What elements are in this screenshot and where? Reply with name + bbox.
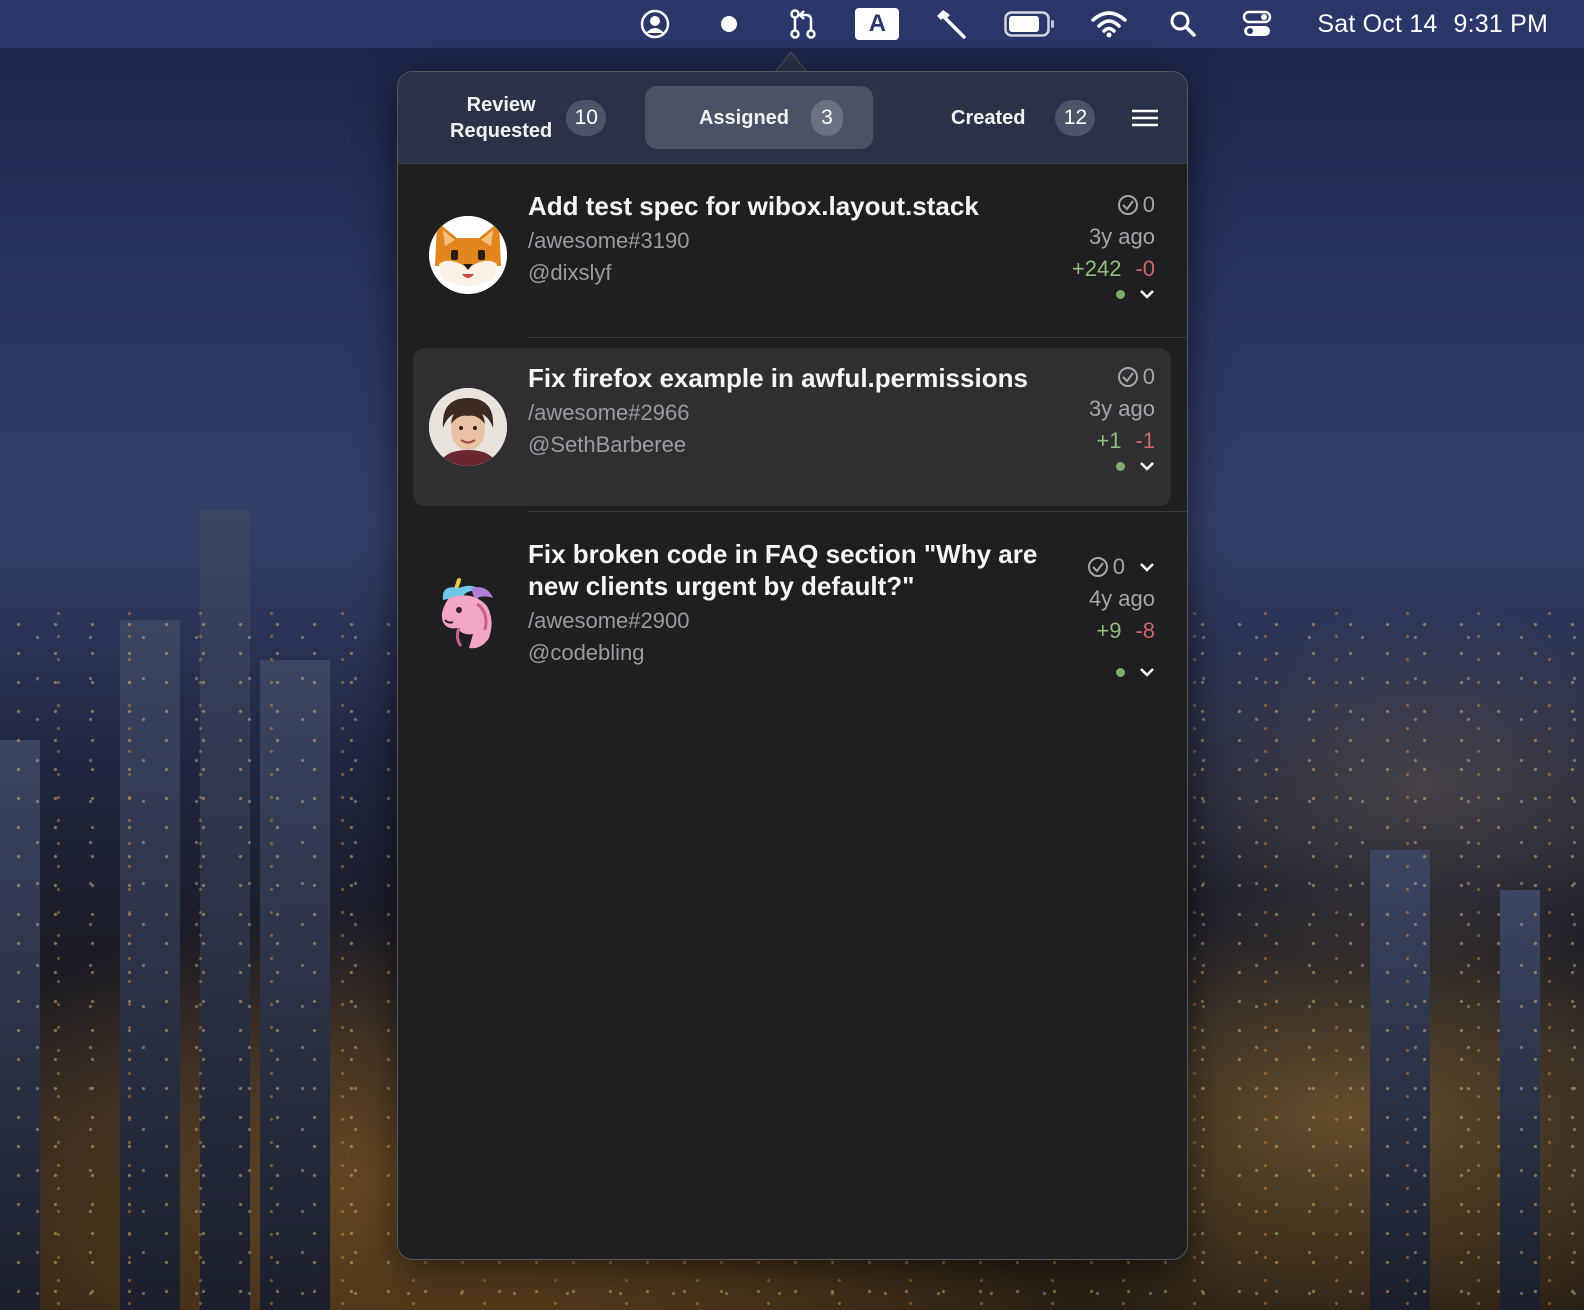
tab-label: Assigned [698,106,790,129]
checks-count: 0 [1112,554,1125,579]
additions-count: +9 [1096,618,1122,643]
pr-age: 4y ago [1088,586,1155,611]
checks-count: 0 [1142,364,1155,389]
deletions-count: -1 [1135,428,1155,453]
row-divider [528,337,1187,338]
checks-status: 0 [1089,364,1155,390]
pr-diffstat: +9 -8 [1087,618,1155,644]
menu-bar-clock[interactable]: Sat Oct 14 9:31 PM [1317,10,1548,39]
pr-title: Add test spec for wibox.layout.stack [528,191,979,221]
clock-time: 9:31 PM [1453,9,1548,38]
menu-bar: A Sat Oct 14 9:31 PM [0,0,1584,48]
tab-created[interactable]: Created 12 [951,86,1111,149]
pr-age: 3y ago [1088,224,1155,249]
control-center-icon[interactable] [1235,0,1279,48]
person-photo-avatar [429,388,507,466]
tab-review-requested[interactable]: Review Requested 10 [450,86,630,149]
hammer-icon[interactable] [929,0,973,48]
tab-label-line: Requested [450,119,553,142]
check-circle-icon [1087,557,1108,577]
tab-assigned[interactable]: Assigned 3 [645,86,873,149]
pull-request-icon[interactable] [781,0,825,48]
checks-status: 0 [1072,192,1155,218]
pr-title: Fix broken code in FAQ section "Why are … [528,538,1037,602]
deletions-count: -8 [1135,618,1155,643]
pr-meta: 0 3y ago +1 -1 [1089,364,1155,472]
hamburger-menu-icon[interactable] [1131,108,1159,128]
status-dot [1116,461,1125,471]
pull-request-row[interactable]: Add test spec for wibox.layout.stack /aw… [413,176,1171,336]
pull-request-row[interactable]: Fix firefox example in awful.permissions… [413,348,1171,506]
check-circle-icon [1117,367,1138,387]
chevron-down-icon[interactable] [1139,561,1155,573]
pull-request-row[interactable]: Fix broken code in FAQ section "Why are … [413,524,1171,704]
tab-label-line: Review [466,93,536,116]
status-dot [1116,667,1125,677]
row-divider [528,511,1187,512]
pr-reference: /awesome#2966 [528,400,690,425]
pr-reference: /awesome#3190 [528,228,690,253]
additions-count: +1 [1096,428,1122,453]
pr-meta: 0 3y ago +242 -0 [1072,192,1155,300]
checks-status: 0 [1087,554,1155,580]
clock-date: Sat Oct 14 [1317,9,1438,38]
pr-meta: 0 4y ago +9 -8 [1087,554,1155,678]
pr-title-line: new clients urgent by default?" [528,571,915,601]
pr-author: @SethBarberee [528,432,687,457]
input-source-icon[interactable]: A [855,0,900,48]
input-source-label: A [855,8,900,40]
count-badge: 3 [811,99,844,136]
status-dot [1116,289,1125,299]
pr-status-row [1087,666,1155,678]
chevron-down-icon[interactable] [1139,666,1155,678]
pr-status-row [1072,288,1155,300]
pr-reference: /awesome#2900 [528,608,690,633]
pr-title: Fix firefox example in awful.permissions [528,363,1028,393]
tab-label: Review Requested [450,92,552,144]
pr-diffstat: +242 -0 [1072,256,1155,282]
tab-bar: Review Requested 10 Assigned 3 Created 1… [398,72,1187,164]
record-dot-icon[interactable] [707,0,751,48]
pull-requests-popover: Review Requested 10 Assigned 3 Created 1… [397,71,1188,1260]
shiba-dog-avatar [429,216,507,294]
spotlight-search-icon[interactable] [1161,0,1205,48]
checks-count: 0 [1142,192,1155,217]
additions-count: +242 [1071,256,1122,281]
tab-label: Created [951,106,1026,129]
pr-title-line: Fix broken code in FAQ section "Why are [528,539,1038,569]
pr-author: @dixslyf [528,260,612,285]
count-badge: 12 [1055,99,1096,136]
chevron-down-icon[interactable] [1139,460,1155,472]
count-badge: 10 [566,99,607,136]
wifi-icon[interactable] [1087,0,1131,48]
pr-author: @codebling [528,640,645,665]
pr-diffstat: +1 -1 [1089,428,1155,454]
pr-age: 3y ago [1088,396,1155,421]
person-circle-icon[interactable] [633,0,677,48]
battery-icon[interactable] [1003,0,1057,48]
chevron-down-icon[interactable] [1139,288,1155,300]
popover-arrow [775,51,807,72]
unicorn-avatar [429,576,507,654]
pr-status-row [1089,460,1155,472]
check-circle-icon [1117,195,1138,215]
deletions-count: -0 [1135,256,1155,281]
